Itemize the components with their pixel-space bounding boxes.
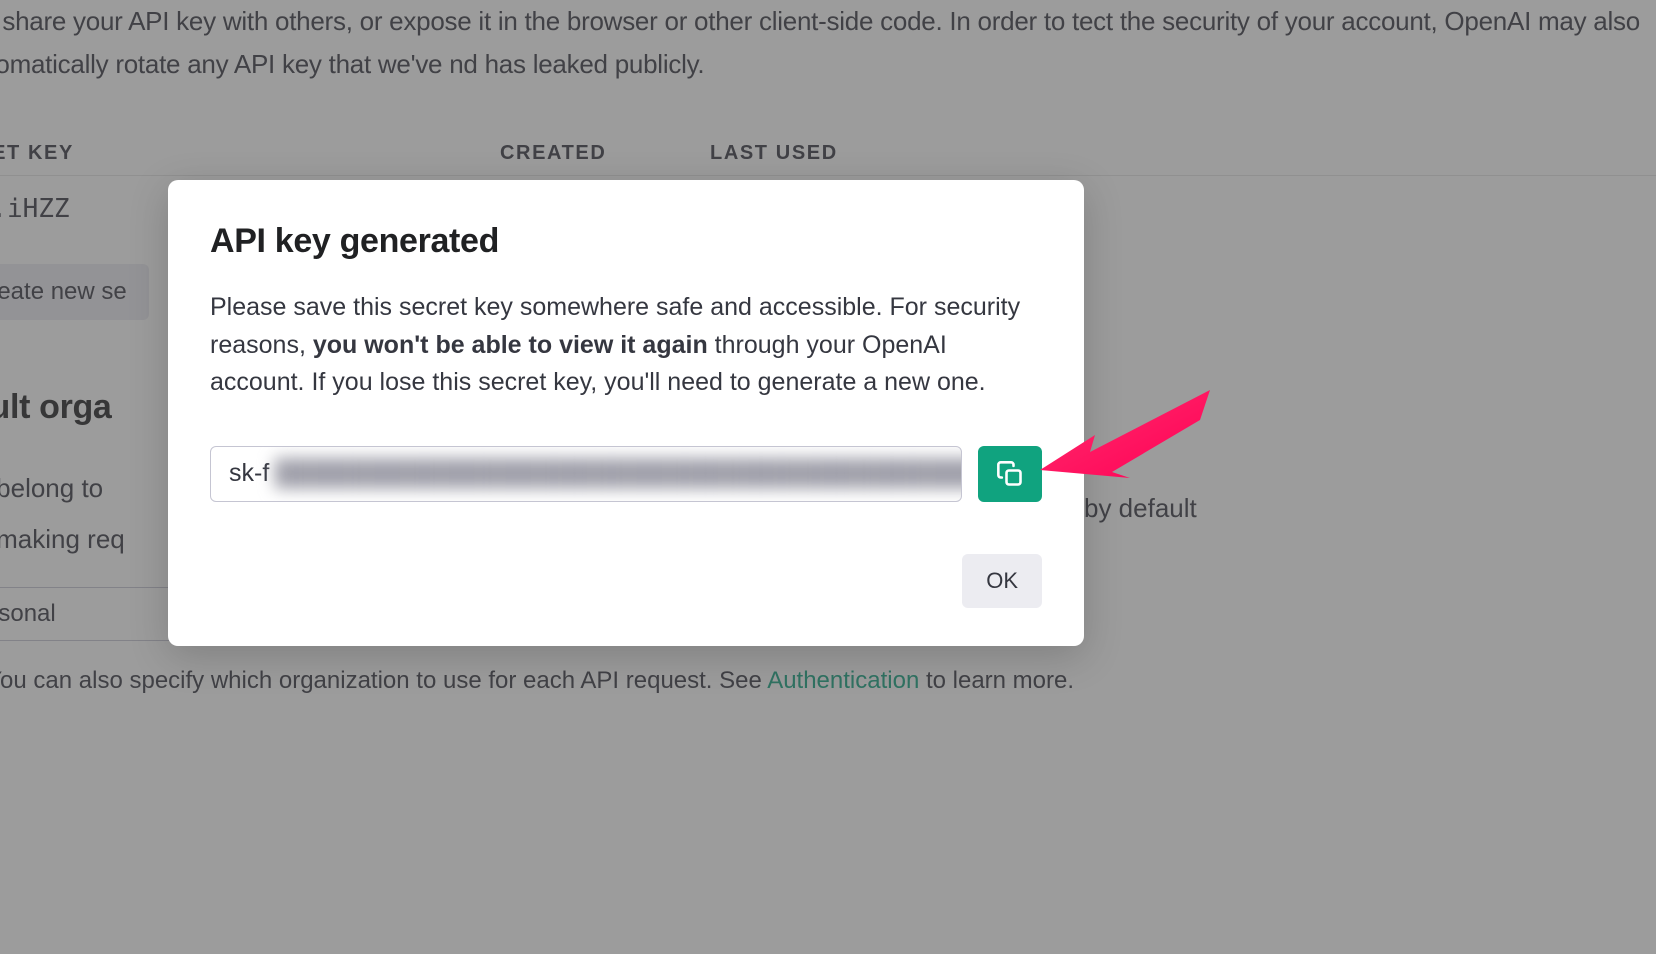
ok-button[interactable]: OK [962,554,1042,608]
modal-title: API key generated [210,222,1042,261]
modal-body-bold: you won't be able to view it again [313,331,708,359]
modal-body: Please save this secret key somewhere sa… [210,289,1042,402]
modal-footer: OK [210,554,1042,608]
secret-key-field[interactable]: sk-f ███████████████████████████████████… [210,446,962,502]
copy-key-button[interactable] [978,446,1042,502]
secret-key-row: sk-f ███████████████████████████████████… [210,446,1042,502]
api-key-generated-modal: API key generated Please save this secre… [168,180,1084,646]
secret-key-obscured: ████████████████████████████████████████… [275,459,962,488]
secret-key-prefix: sk-f [229,459,269,488]
copy-icon [996,460,1024,488]
